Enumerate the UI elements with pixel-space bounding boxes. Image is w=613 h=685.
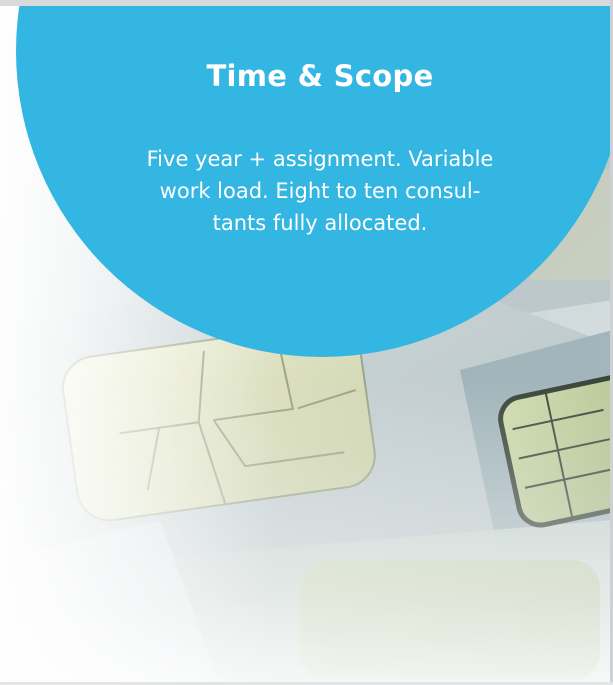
panel-title: Time & Scope (206, 59, 434, 93)
frame-top-border (0, 0, 613, 6)
page-canvas: Time & Scope Five year + assignment. Var… (0, 0, 613, 685)
panel-body-line: tants fully allocated. (212, 211, 428, 235)
panel-body-line: work load. Eight to ten consul- (159, 179, 481, 203)
panel-body: Five year + assignment. Variable work lo… (50, 143, 590, 239)
panel-body-line: Five year + assignment. Variable (146, 147, 494, 171)
